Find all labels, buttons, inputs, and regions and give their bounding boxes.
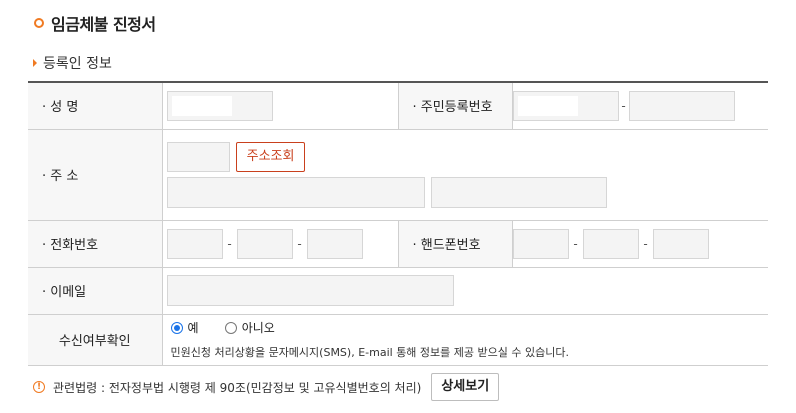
address-main-input[interactable] xyxy=(166,176,425,208)
bullet-ring-icon xyxy=(34,18,44,28)
page-title-text: 임금체불 진정서 xyxy=(51,15,156,34)
address-search-button[interactable]: 주소조회 xyxy=(235,141,306,172)
radio-yes[interactable]: 예 xyxy=(170,319,199,336)
zipcode-input[interactable] xyxy=(166,141,230,172)
email-label: 이메일 xyxy=(28,267,163,315)
radio-checked-icon[interactable] xyxy=(170,321,183,334)
phone-part1-input[interactable] xyxy=(166,228,223,259)
mobile-label: 핸드폰번호 xyxy=(397,220,513,268)
name-input[interactable] xyxy=(166,90,273,121)
address-detail-input[interactable] xyxy=(430,176,607,208)
detail-button[interactable]: 상세보기 xyxy=(431,373,500,401)
receive-note: 민원신청 처리상황을 문자메시지(SMS), E-mail 통해 정보를 제공 … xyxy=(170,345,569,359)
mobile-part3-input[interactable] xyxy=(652,228,709,259)
dash: - xyxy=(643,236,648,251)
rrn-front-input[interactable] xyxy=(512,90,619,121)
radio-no[interactable]: 아니오 xyxy=(224,319,275,336)
footer: ! 관련법령 : 전자정부법 시행령 제 90조(민감정보 및 고유식별번호의 … xyxy=(33,373,500,401)
phone-part2-input[interactable] xyxy=(236,228,293,259)
law-reference: 관련법령 : 전자정부법 시행령 제 90조(민감정보 및 고유식별번호의 처리… xyxy=(53,380,422,395)
section-title: 등록인 정보 xyxy=(43,56,112,72)
name-label: 성 명 xyxy=(28,82,163,130)
receive-label: 수신여부확인 xyxy=(28,314,163,366)
rrn-back-input[interactable] xyxy=(628,90,735,121)
warning-icon: ! xyxy=(33,381,45,393)
phone-part3-input[interactable] xyxy=(306,228,363,259)
page-title: 임금체불 진정서 xyxy=(34,12,156,34)
phone-label: 전화번호 xyxy=(28,220,163,268)
dash: - xyxy=(227,236,232,251)
dash: - xyxy=(297,236,302,251)
email-input[interactable] xyxy=(166,275,454,306)
rrn-label: 주민등록번호 xyxy=(397,82,513,130)
radio-unchecked-icon[interactable] xyxy=(224,321,237,334)
dash: - xyxy=(573,236,578,251)
triangle-bullet-icon xyxy=(33,59,37,67)
dash: - xyxy=(621,98,626,113)
registrant-form: 성 명 주민등록번호 - 주 소 주소조회 전화번호 - - 핸드폰번호 - - xyxy=(28,81,768,366)
mobile-part1-input[interactable] xyxy=(512,228,569,259)
mobile-part2-input[interactable] xyxy=(582,228,639,259)
address-label: 주 소 xyxy=(28,129,163,221)
section-header: 등록인 정보 xyxy=(33,54,112,72)
